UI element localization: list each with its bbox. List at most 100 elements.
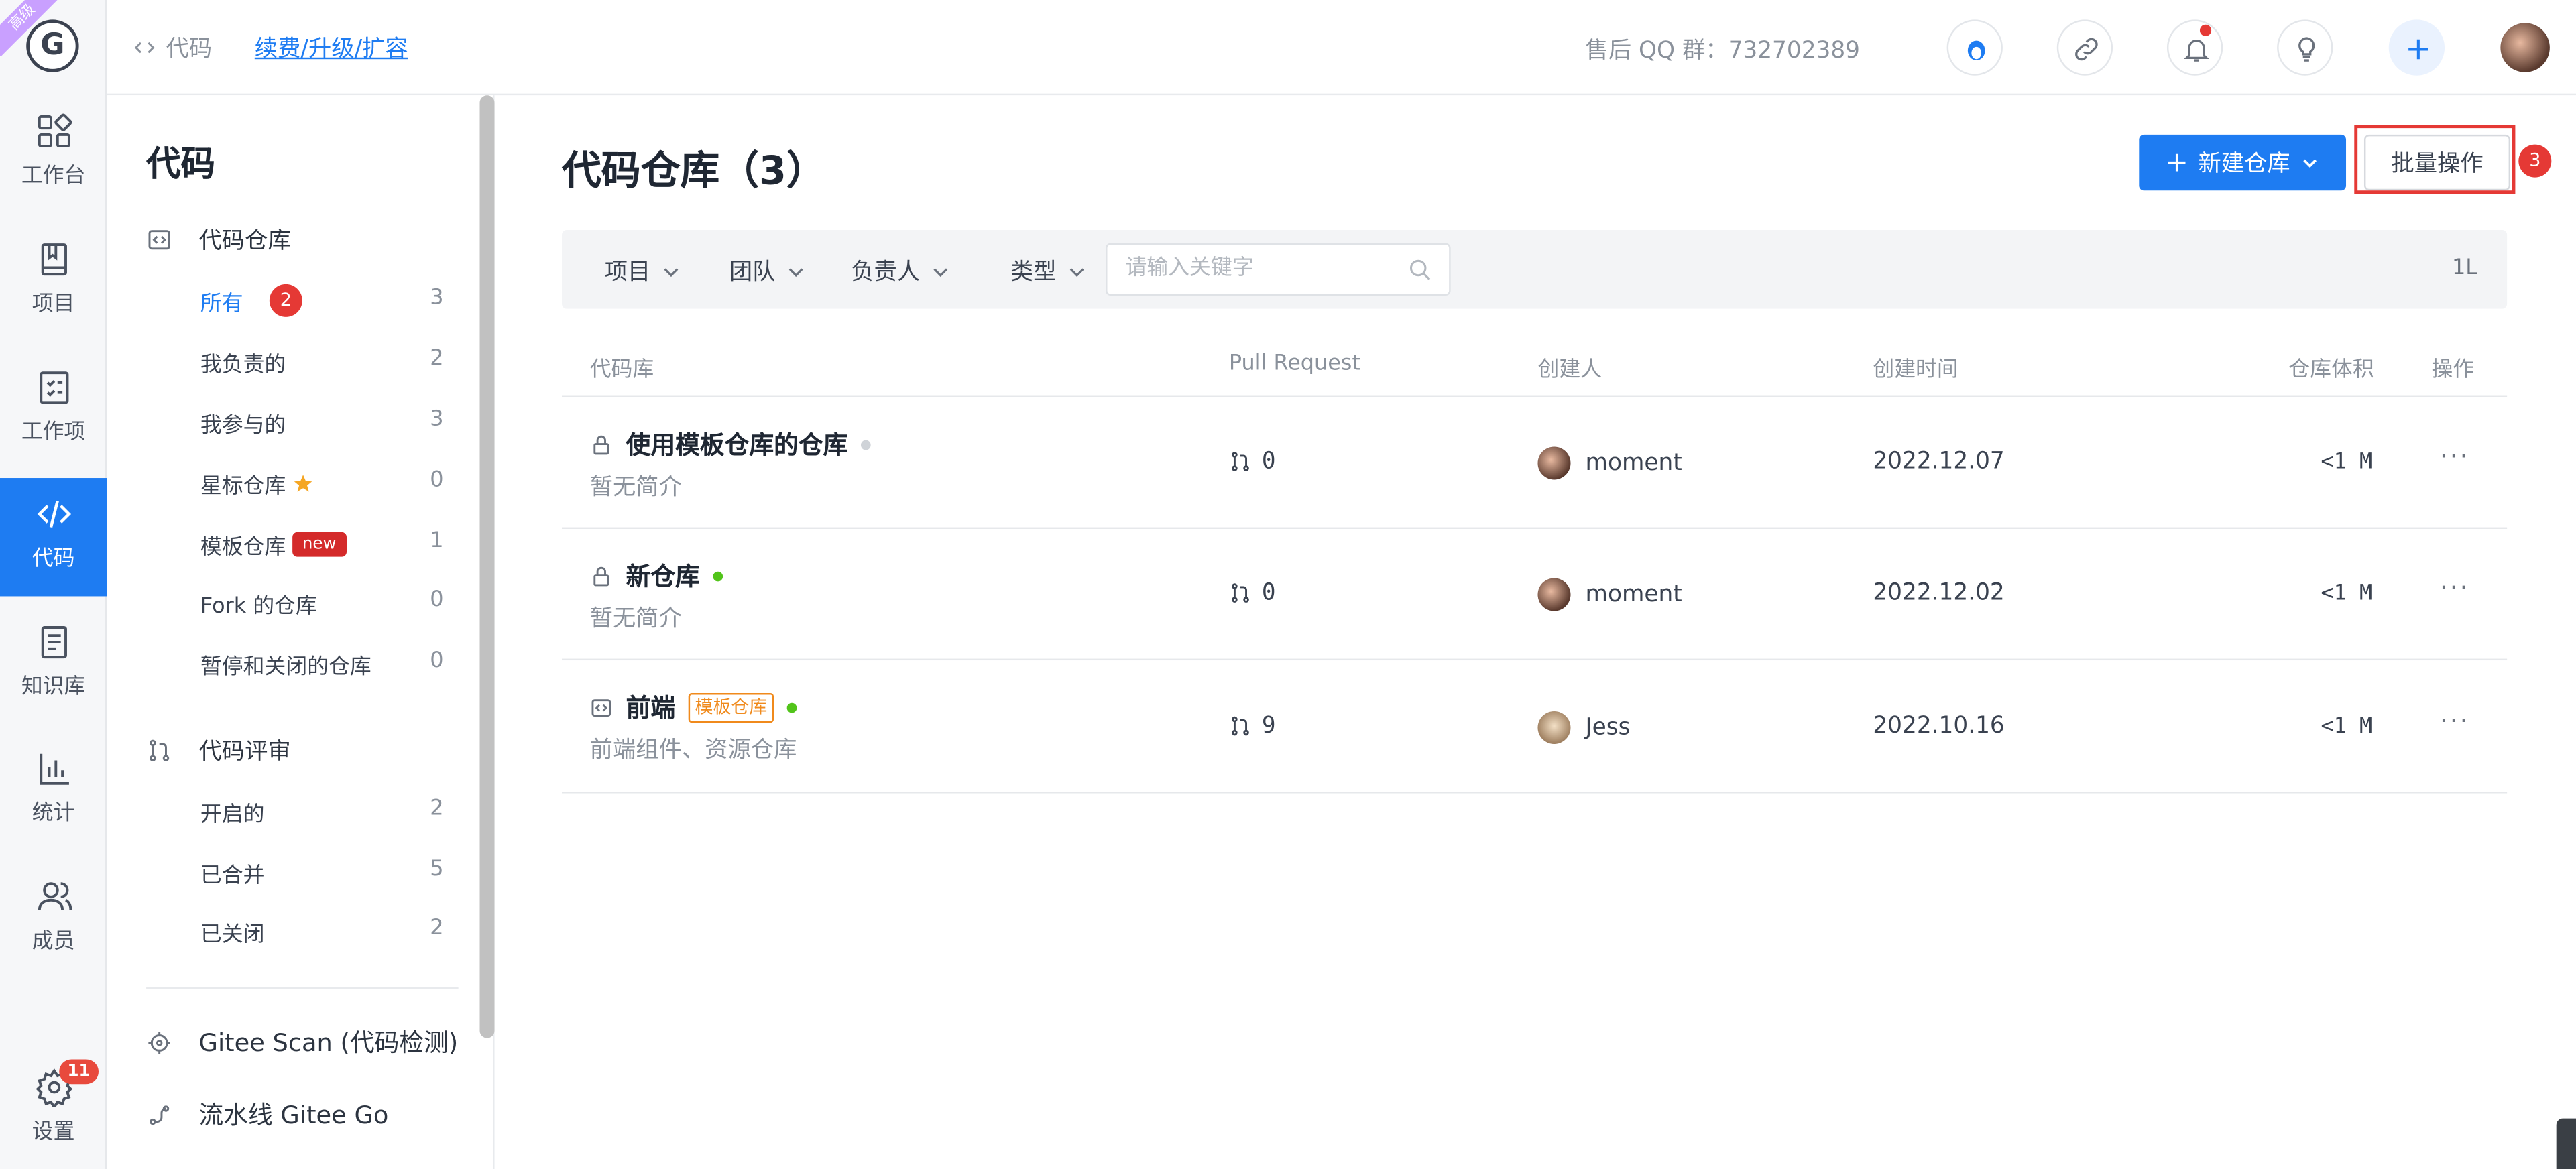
- create-button[interactable]: [2388, 19, 2445, 76]
- group-label: 代码评审: [198, 739, 291, 765]
- item-label: 已关闭: [200, 923, 265, 948]
- support-penguin-button[interactable]: [1946, 19, 2003, 76]
- gitee-logo[interactable]: G: [26, 19, 79, 72]
- sidebar-item-review-closed[interactable]: 已关闭 2: [200, 916, 444, 948]
- divider: [562, 395, 2508, 397]
- item-label: 我负责的: [200, 353, 286, 378]
- repo-name-link[interactable]: 使用模板仓库的仓库: [626, 427, 848, 461]
- repo-size: <1 M: [2321, 581, 2373, 607]
- rail-item-code[interactable]: 代码: [0, 478, 107, 597]
- sidebar-item-all[interactable]: 所有 3: [200, 286, 444, 317]
- plus-icon: [2408, 39, 2428, 60]
- filter-owner[interactable]: 负责人: [851, 255, 951, 288]
- item-count: 3: [430, 286, 444, 311]
- rail-item-stats[interactable]: 统计: [0, 733, 107, 851]
- creator[interactable]: moment: [1537, 446, 1682, 480]
- repo-name-link[interactable]: 新仓库: [626, 558, 700, 593]
- pull-request-count[interactable]: 0: [1229, 448, 1276, 475]
- gitee-scan-link[interactable]: Gitee Scan (代码检测): [146, 1025, 458, 1059]
- sort-toggle[interactable]: 1L: [2452, 256, 2477, 281]
- divider: [562, 792, 2508, 794]
- sidebar-item-participated[interactable]: 我参与的 3: [200, 408, 444, 439]
- col-header-created: 创建时间: [1873, 358, 1958, 383]
- creator[interactable]: moment: [1537, 578, 1682, 611]
- status-dot: [786, 702, 797, 713]
- more-actions-button[interactable]: ···: [2440, 704, 2470, 736]
- members-icon: [34, 877, 73, 916]
- group-code-repos[interactable]: 代码仓库: [146, 223, 291, 256]
- breadcrumb-code[interactable]: 代码: [166, 32, 212, 64]
- filter-team[interactable]: 团队: [729, 255, 807, 288]
- pull-request-count[interactable]: 9: [1229, 713, 1276, 739]
- rail-item-workbench[interactable]: 工作台: [0, 95, 107, 213]
- sidebar-item-review-merged[interactable]: 已合并 5: [200, 857, 444, 889]
- link-button[interactable]: [2056, 19, 2113, 76]
- created-date: 2022.10.16: [1873, 713, 2005, 739]
- search-icon: [1409, 259, 1431, 280]
- repo-name-link[interactable]: 前端: [626, 690, 676, 724]
- sidebar-item-starred[interactable]: 星标仓库 0: [200, 468, 444, 499]
- highlight-box: [2354, 125, 2516, 194]
- avatar: [1537, 578, 1571, 611]
- tips-button[interactable]: [2277, 19, 2333, 76]
- filter-label: 类型: [1010, 259, 1057, 286]
- rail-label: 成员: [32, 929, 75, 955]
- item-label: 星标仓库: [200, 475, 286, 499]
- item-count: 0: [430, 648, 444, 674]
- group-code-review[interactable]: 代码评审: [146, 734, 291, 767]
- repo-size: <1 M: [2321, 714, 2373, 739]
- book-icon: [34, 240, 73, 280]
- sidebar-item-closed[interactable]: 暂停和关闭的仓库 0: [200, 649, 444, 680]
- pull-request-count[interactable]: 0: [1229, 580, 1276, 606]
- filter-label: 项目: [604, 259, 651, 286]
- annotation-marker-2: 2: [269, 284, 302, 317]
- item-count: 3: [430, 407, 444, 432]
- repo-size: <1 M: [2321, 450, 2373, 475]
- search-placeholder: 请输入关键字: [1125, 256, 1254, 282]
- more-actions-button[interactable]: ···: [2440, 572, 2470, 603]
- target-icon: [146, 1029, 172, 1055]
- new-tag: new: [292, 532, 347, 557]
- chevron-down-icon: [664, 267, 679, 276]
- rail-item-workitems[interactable]: 工作项: [0, 351, 107, 469]
- user-avatar[interactable]: [2500, 23, 2550, 72]
- filter-project[interactable]: 项目: [605, 255, 682, 288]
- plus-icon: [2168, 153, 2186, 172]
- filter-bar: 项目 团队 负责人 类型 请输入关键字 1L: [562, 230, 2508, 309]
- divider: [562, 658, 2508, 661]
- rail-item-projects[interactable]: 项目: [0, 223, 107, 341]
- pipeline-link[interactable]: 流水线 Gitee Go: [146, 1097, 388, 1131]
- sidebar-item-templates[interactable]: 模板仓库 new 1: [200, 529, 444, 560]
- sidebar-item-mine[interactable]: 我负责的 2: [200, 347, 444, 378]
- item-count: 0: [430, 468, 444, 493]
- sidebar-item-forks[interactable]: Fork 的仓库 0: [200, 588, 444, 619]
- template-tag: 模板仓库: [688, 692, 774, 722]
- creator[interactable]: Jess: [1537, 711, 1631, 744]
- rail-item-members[interactable]: 成员: [0, 861, 107, 979]
- notifications-button[interactable]: [2166, 19, 2223, 76]
- more-actions-button[interactable]: ···: [2440, 440, 2470, 472]
- pr-count: 9: [1261, 713, 1276, 739]
- bar-chart-icon: [34, 749, 73, 788]
- lightbulb-icon: [2298, 37, 2315, 62]
- rail-item-wiki[interactable]: 知识库: [0, 606, 107, 724]
- page: G 高级 工作台 项目 工作项 代码 知识库 统计 成员 设置 11 代码 续费…: [0, 0, 2576, 1169]
- col-header-repo: 代码库: [589, 358, 654, 383]
- side-nav-title: 代码: [146, 144, 215, 184]
- side-nav-scrollbar[interactable]: [479, 95, 495, 1038]
- floating-edge-handle[interactable]: [2556, 1118, 2576, 1169]
- sidebar-item-review-open[interactable]: 开启的 2: [200, 796, 444, 828]
- repo-description: 前端组件、资源仓库: [589, 737, 797, 764]
- rail-label: 知识库: [21, 675, 86, 700]
- logo-letter: G: [40, 27, 65, 63]
- filter-type[interactable]: 类型: [1010, 255, 1088, 288]
- new-repo-button[interactable]: 新建仓库: [2139, 134, 2347, 191]
- search-input[interactable]: 请输入关键字: [1106, 243, 1451, 296]
- creator-name: moment: [1585, 581, 1682, 608]
- pr-count: 0: [1261, 579, 1276, 607]
- renew-upgrade-link[interactable]: 续费/升级/扩容: [255, 32, 408, 64]
- item-label: 开启的: [200, 803, 265, 828]
- document-icon: [34, 623, 73, 662]
- item-label: 我参与的: [200, 414, 286, 439]
- created-date: 2022.12.07: [1873, 448, 2005, 475]
